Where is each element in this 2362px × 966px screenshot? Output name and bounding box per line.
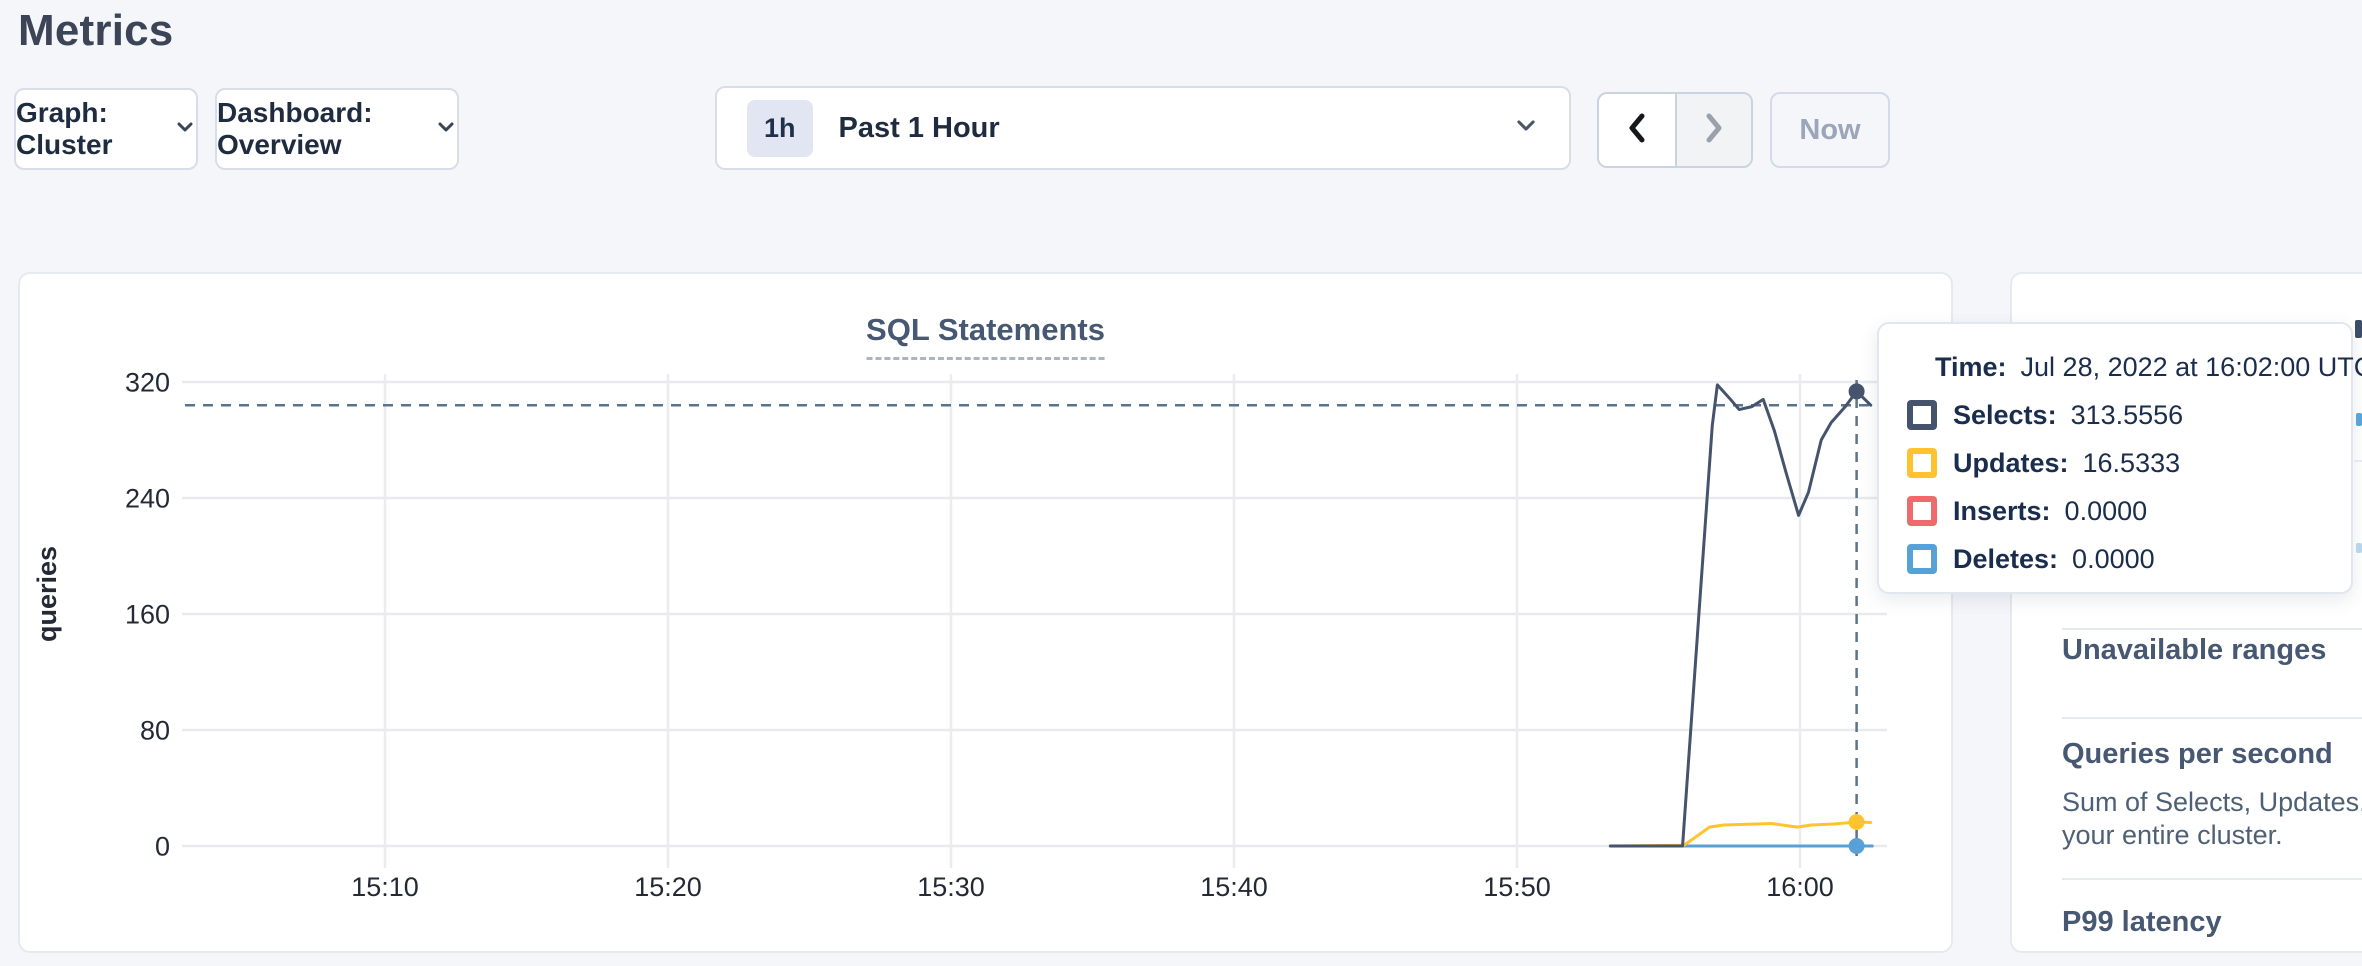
clipped-sidebar-link-sliver — [2356, 543, 2362, 553]
time-range-badge: 1h — [747, 100, 813, 157]
clipped-sidebar-link-sliver — [2356, 413, 2362, 426]
dashboard-dropdown-label: Dashboard: Overview — [217, 97, 419, 161]
sidebar-item-p99-latency: P99 latency — [2062, 906, 2222, 939]
chevron-down-icon — [435, 113, 457, 145]
y-tick-label: 160 — [125, 599, 170, 629]
hover-marker-deletes — [1849, 838, 1865, 854]
chevron-left-icon — [1622, 111, 1652, 150]
chevron-down-icon — [174, 113, 196, 145]
clipped-sidebar-divider-sliver — [2354, 460, 2362, 462]
dashboard-dropdown[interactable]: Dashboard: Overview — [215, 88, 459, 170]
x-tick-label: 15:40 — [1200, 872, 1268, 902]
y-tick-label: 0 — [155, 831, 170, 861]
tooltip-series-label: Deletes: — [1953, 544, 2058, 575]
divider — [2062, 628, 2362, 630]
tooltip-series-label: Inserts: — [1953, 496, 2051, 527]
sql-statements-chart-card: SQL Statements queries 08016024032015:10… — [18, 272, 1953, 953]
chevron-right-icon — [1699, 111, 1729, 150]
sidebar-item-description: Sum of Selects, Updates, Inser your enti… — [2062, 786, 2362, 852]
graph-dropdown-label: Graph: Cluster — [16, 97, 158, 161]
series-line-updates — [1610, 822, 1870, 846]
y-tick-label: 320 — [125, 367, 170, 397]
graph-dropdown[interactable]: Graph: Cluster — [14, 88, 198, 170]
time-pager — [1597, 92, 1753, 168]
tooltip-series-label: Selects: — [1953, 400, 2057, 431]
y-tick-label: 240 — [125, 483, 170, 513]
divider — [2062, 717, 2362, 719]
tooltip-time-label: Time: — [1935, 352, 2007, 383]
tooltip-series-value: 0.0000 — [2065, 496, 2148, 527]
sql-statements-chart[interactable]: 0 80 160 240 320 15:10 15:20 15:30 15:40 15:50 16:… — [20, 274, 1955, 955]
tooltip-series-value: 313.5556 — [2071, 400, 2184, 431]
deletes-series-swatch-icon — [1907, 544, 1937, 574]
time-range-label: Past 1 Hour — [839, 112, 1000, 145]
series-line-selects — [1610, 385, 1870, 846]
x-tick-label: 15:20 — [634, 872, 702, 902]
x-tick-label: 15:50 — [1483, 872, 1551, 902]
divider — [2062, 878, 2362, 880]
sidebar-item-queries-per-second: Queries per second — [2062, 738, 2333, 771]
selects-series-swatch-icon — [1907, 400, 1937, 430]
description-line: your entire cluster. — [2062, 819, 2362, 852]
page-title: Metrics — [18, 6, 173, 56]
x-tick-label: 16:00 — [1766, 872, 1834, 902]
updates-series-swatch-icon — [1907, 448, 1937, 478]
previous-time-button[interactable] — [1599, 94, 1675, 166]
sidebar-item-unavailable-ranges: Unavailable ranges — [2062, 634, 2326, 667]
tooltip-series-value: 16.5333 — [2083, 448, 2181, 479]
chart-hover-tooltip: Time: Jul 28, 2022 at 16:02:00 UTC Selec… — [1877, 322, 2353, 594]
description-line: Sum of Selects, Updates, Inser — [2062, 786, 2362, 819]
y-tick-label: 80 — [140, 715, 170, 745]
tooltip-time-value: Jul 28, 2022 at 16:02:00 UTC — [2021, 352, 2362, 383]
inserts-series-swatch-icon — [1907, 496, 1937, 526]
time-range-selector[interactable]: 1h Past 1 Hour — [715, 86, 1571, 170]
tooltip-series-label: Updates: — [1953, 448, 2069, 479]
x-tick-label: 15:30 — [917, 872, 985, 902]
x-tick-label: 15:10 — [351, 872, 419, 902]
now-button[interactable]: Now — [1770, 92, 1890, 168]
clipped-sidebar-text-sliver — [2355, 320, 2362, 338]
next-time-button[interactable] — [1675, 94, 1751, 166]
hover-marker-selects — [1849, 383, 1865, 399]
hover-marker-updates — [1849, 814, 1865, 830]
tooltip-series-value: 0.0000 — [2072, 544, 2155, 575]
chevron-down-icon — [1513, 113, 1539, 144]
